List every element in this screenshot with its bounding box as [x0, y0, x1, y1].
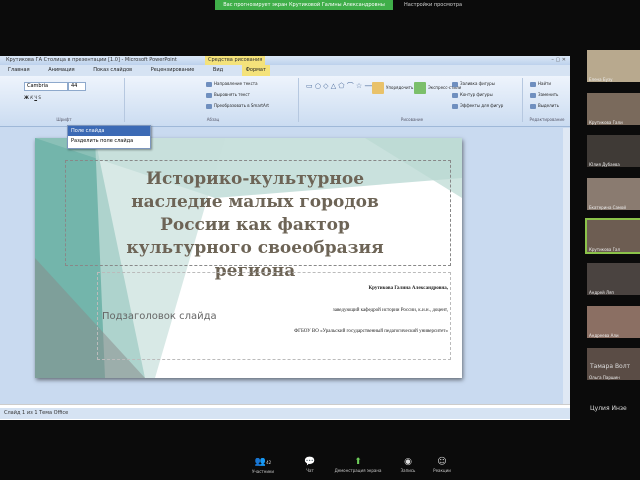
ribbon-tabs: Главная Анимация Показ слайдов Рецензиро… — [0, 65, 570, 76]
slide-title[interactable]: Историко-культурное наследие малых город… — [105, 168, 405, 283]
shape-effects-button[interactable]: Эффекты для фигур — [452, 103, 503, 109]
slide-canvas[interactable]: Историко-культурное наследие малых город… — [35, 138, 462, 378]
tab-slideshow[interactable]: Показ слайдов — [93, 65, 132, 76]
screen-share-banner: Вас прогнозирует экран Крутиковой Галины… — [215, 0, 393, 10]
participant-tile[interactable]: Андрей Ляп — [587, 263, 640, 295]
text-direction-button[interactable]: Направление текста — [206, 81, 258, 87]
ribbon: Cambria 44 Ж К Ч S Шрифт Направление тек… — [0, 76, 570, 127]
participants-button[interactable]: 👥42 Участники — [243, 456, 283, 474]
meeting-toolbar: 👥42 Участники 💬 Чат ⬆ Демонстрация экран… — [0, 440, 640, 480]
subtitle-placeholder[interactable]: Подзаголовок слайда — [102, 311, 217, 322]
drawing-group: ▭ ○ ◇ △ ⬠ ⌒ ☆ ⟶ Упорядочить Экспресс-сти… — [302, 78, 523, 122]
window-controls[interactable]: – ▢ ✕ — [551, 56, 566, 65]
author-name: Крутикова Галина Александровна, — [368, 286, 449, 291]
font-group: Cambria 44 Ж К Ч S Шрифт — [4, 78, 125, 122]
shapes-gallery[interactable]: ▭ ○ ◇ △ ⬠ ⌒ ☆ ⟶ — [306, 81, 374, 91]
smiley-icon: ☺ — [437, 457, 447, 467]
share-screen-button[interactable]: ⬆ Демонстрация экрана — [330, 456, 386, 473]
participant-tile[interactable]: Екатерина Самой — [587, 178, 640, 210]
layout-dropdown[interactable]: Поле слайда Разделить поле слайда — [67, 125, 151, 149]
arrange-icon — [372, 82, 384, 94]
participant-tile[interactable]: Елена Бузу — [587, 50, 640, 82]
vertical-scrollbar[interactable] — [563, 128, 570, 404]
arrange-button[interactable]: Упорядочить — [372, 82, 413, 94]
replace-icon — [530, 92, 536, 98]
cursor-icon — [530, 103, 536, 109]
smartart-icon — [206, 103, 212, 109]
participant-tile[interactable]: Крутикова Гали — [587, 93, 640, 125]
shape-outline-button[interactable]: Контур фигуры — [452, 92, 493, 98]
tab-review[interactable]: Рецензирование — [151, 65, 195, 76]
participant-tile[interactable]: Андреева Али — [587, 306, 640, 338]
tab-format[interactable]: Формат — [241, 65, 270, 76]
editing-group-label: Редактирование — [529, 117, 565, 122]
participant-name-only[interactable]: Цулия Инзе — [590, 405, 627, 412]
quick-styles-icon — [414, 82, 426, 94]
paragraph-group: Направление текста Выровнять текст Преоб… — [128, 78, 299, 122]
dropdown-item-slide-field[interactable]: Поле слайда — [68, 126, 150, 136]
editing-group: Найти Заменить Выделить Редактирование — [526, 78, 568, 122]
author-organization: ФГБОУ ВО «Уральский государственный педа… — [294, 329, 448, 334]
window-titlebar: Крутикова ГА Столица в презентации [1.0]… — [0, 56, 570, 65]
select-button[interactable]: Выделить — [530, 103, 559, 109]
participant-tile-active-speaker[interactable]: Крутикова Гал — [585, 218, 640, 254]
chat-button[interactable]: 💬 Чат — [290, 456, 330, 473]
replace-button[interactable]: Заменить — [530, 92, 558, 98]
chat-icon: 💬 — [304, 457, 316, 467]
status-text: Слайд 1 из 1 Тема Office — [4, 410, 69, 416]
participants-icon: 👥42 — [254, 457, 272, 467]
share-screen-icon: ⬆ — [354, 457, 362, 467]
tab-view[interactable]: Вид — [213, 65, 223, 76]
author-position: заведующий кафедрой истории России, к.и.… — [332, 308, 448, 313]
participant-tile[interactable]: Юлия Дубаева — [587, 135, 640, 167]
dropdown-item-split-field[interactable]: Разделить поле слайда — [68, 136, 150, 146]
binoculars-icon — [530, 81, 536, 87]
find-button[interactable]: Найти — [530, 81, 551, 87]
smartart-button[interactable]: Преобразовать в SmartArt — [206, 103, 269, 109]
window-title: Крутикова ГА Столица в презентации [1.0]… — [6, 57, 177, 63]
text-direction-icon — [206, 81, 212, 87]
align-text-button[interactable]: Выровнять текст — [206, 92, 250, 98]
drawing-tools-label: Средства рисования — [205, 56, 266, 65]
paragraph-group-label: Абзац — [206, 117, 220, 122]
status-bar: Слайд 1 из 1 Тема Office — [0, 408, 570, 419]
paint-bucket-icon — [452, 81, 458, 87]
outline-icon — [452, 92, 458, 98]
effects-icon — [452, 103, 458, 109]
drawing-group-label: Рисование — [400, 117, 424, 122]
align-text-icon — [206, 92, 212, 98]
view-options-menu[interactable]: Настройки просмотра — [404, 0, 462, 10]
bold-button[interactable]: Ж К Ч S — [24, 95, 41, 100]
tab-animation[interactable]: Анимация — [48, 65, 74, 76]
font-size-select[interactable]: 44 — [68, 82, 86, 91]
participant-name-only[interactable]: Тамара Волт — [590, 363, 630, 370]
tab-home[interactable]: Главная — [8, 65, 30, 76]
font-group-label: Шрифт — [56, 117, 72, 122]
shape-fill-button[interactable]: Заливка фигуры — [452, 81, 495, 87]
font-name-select[interactable]: Cambria — [24, 82, 68, 91]
reactions-button[interactable]: ☺ Реакции — [422, 456, 462, 473]
